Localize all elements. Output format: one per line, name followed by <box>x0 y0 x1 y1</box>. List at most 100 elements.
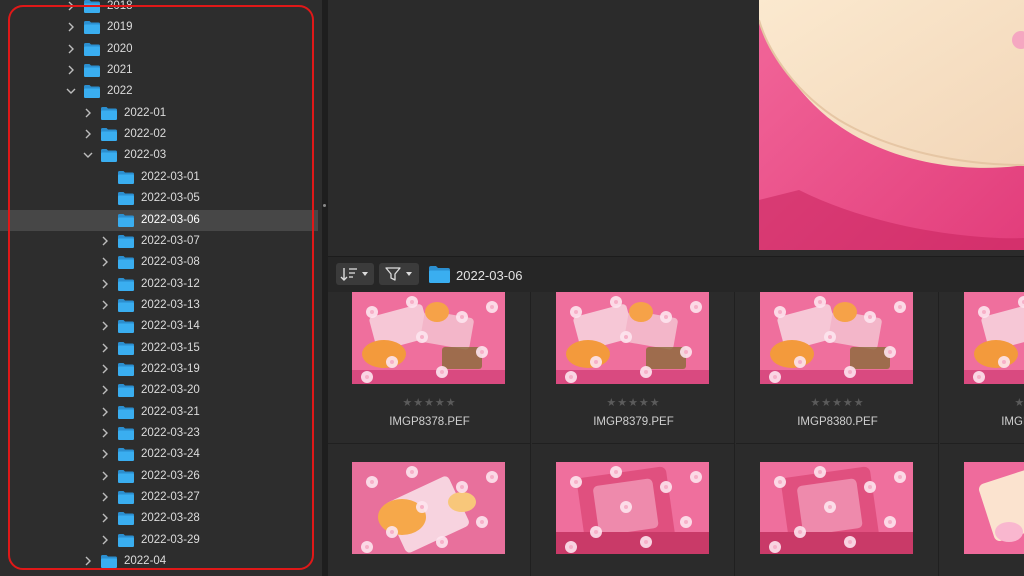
folder-icon <box>118 170 134 184</box>
filter-button[interactable] <box>379 263 419 285</box>
chevron-right-icon[interactable] <box>99 320 111 332</box>
tree-item-2022-03-21[interactable]: 2022-03-21 <box>0 402 318 423</box>
folder-icon <box>118 341 134 355</box>
star-rating[interactable]: ★★★★★ <box>940 396 1024 409</box>
thumbnail-image[interactable] <box>352 462 505 554</box>
tree-item-2019[interactable]: 2019 <box>0 17 318 38</box>
tree-item-2022-01[interactable]: 2022-01 <box>0 103 318 124</box>
thumbnail-image[interactable] <box>556 292 709 384</box>
tree-item-2021[interactable]: 2021 <box>0 60 318 81</box>
tree-item-2018[interactable]: 2018 <box>0 0 318 17</box>
tree-item-2022-03-14[interactable]: 2022-03-14 <box>0 316 318 337</box>
folder-icon <box>118 491 134 505</box>
thumbnail-cell[interactable]: ★★★★★ IMGP8380.PEF <box>736 292 939 444</box>
chevron-right-icon[interactable] <box>65 21 77 33</box>
tree-item-2022-03-12[interactable]: 2022-03-12 <box>0 274 318 295</box>
chevron-right-icon[interactable] <box>82 555 94 567</box>
tree-item-2022-03[interactable]: 2022-03 <box>0 145 318 166</box>
chevron-right-icon[interactable] <box>99 256 111 268</box>
tree-item-label: 2021 <box>107 64 133 77</box>
folder-icon <box>118 320 134 334</box>
thumbnail-image[interactable] <box>964 462 1024 554</box>
chevron-right-icon[interactable] <box>99 363 111 375</box>
star-rating[interactable]: ★★★★★ <box>328 396 531 409</box>
chevron-right-icon[interactable] <box>65 43 77 55</box>
tree-item-2022-03-19[interactable]: 2022-03-19 <box>0 359 318 380</box>
tree-item-2022-03-01[interactable]: 2022-03-01 <box>0 167 318 188</box>
folder-icon <box>84 85 100 99</box>
tree-item-2022-03-29[interactable]: 2022-03-29 <box>0 530 318 551</box>
chevron-right-icon[interactable] <box>99 491 111 503</box>
tree-item-label: 2022-02 <box>124 128 167 141</box>
chevron-right-icon[interactable] <box>99 384 111 396</box>
star-rating[interactable]: ★★★★★ <box>736 396 939 409</box>
chevron-right-icon[interactable] <box>99 342 111 354</box>
thumbnail-cell[interactable] <box>328 444 531 576</box>
thumbnail-cell[interactable]: ★★★★★ IMGP8379.PEF <box>532 292 735 444</box>
folder-icon <box>429 266 450 283</box>
thumbnail-cell[interactable] <box>940 444 1024 576</box>
chevron-right-icon[interactable] <box>99 512 111 524</box>
thumbnail-filename: IMGP8378.PEF <box>389 416 470 428</box>
tree-item-2022-03-15[interactable]: 2022-03-15 <box>0 338 318 359</box>
chevron-right-icon[interactable] <box>99 470 111 482</box>
chevron-right-icon[interactable] <box>82 128 94 140</box>
tree-item-label: 2022-03-12 <box>141 277 200 290</box>
chevron-right-icon[interactable] <box>99 534 111 546</box>
chevron-right-icon[interactable] <box>99 448 111 460</box>
chevron-right-icon[interactable] <box>82 107 94 119</box>
chevron-right-icon[interactable] <box>99 427 111 439</box>
tree-item-2022-03-13[interactable]: 2022-03-13 <box>0 295 318 316</box>
folder-icon <box>118 234 134 248</box>
tree-item-2022-03-28[interactable]: 2022-03-28 <box>0 508 318 529</box>
folder-icon <box>118 469 134 483</box>
thumbnail-cell[interactable]: ★★★★★ IMGP8381.PEF <box>940 292 1024 444</box>
thumbnail-image[interactable] <box>964 292 1024 384</box>
folder-icon <box>118 298 134 312</box>
chevron-right-icon[interactable] <box>99 278 111 290</box>
tree-item-2022-05[interactable]: 2022-05 <box>0 572 318 576</box>
thumbnail-cell[interactable] <box>532 444 735 576</box>
tree-item-label: 2022-03-13 <box>141 298 200 311</box>
chevron-right-icon[interactable] <box>99 299 111 311</box>
tree-item-label: 2022-03-21 <box>141 405 200 418</box>
chevron-right-icon[interactable] <box>65 0 77 12</box>
chevron-right-icon[interactable] <box>99 235 111 247</box>
thumbnail-image[interactable] <box>556 462 709 554</box>
folder-icon <box>84 64 100 78</box>
tree-item-2022-03-07[interactable]: 2022-03-07 <box>0 231 318 252</box>
tree-item-2022-03-08[interactable]: 2022-03-08 <box>0 252 318 273</box>
tree-item-2022-03-20[interactable]: 2022-03-20 <box>0 380 318 401</box>
thumbnail-cell[interactable] <box>736 444 939 576</box>
tree-item-label: 2019 <box>107 21 133 34</box>
tree-item-label: 2022-03-24 <box>141 448 200 461</box>
thumbnail-image[interactable] <box>760 462 913 554</box>
chevron-right-icon[interactable] <box>65 64 77 76</box>
thumbnail-cell[interactable]: ★★★★★ IMGP8378.PEF <box>328 292 531 444</box>
preview-image <box>759 0 1024 250</box>
chevron-down-icon[interactable] <box>65 85 77 97</box>
current-folder-path: 2022-03-06 <box>456 268 523 283</box>
thumbnail-image[interactable] <box>760 292 913 384</box>
star-rating[interactable]: ★★★★★ <box>532 396 735 409</box>
tree-item-label: 2022-03-27 <box>141 491 200 504</box>
tree-item-2022-03-26[interactable]: 2022-03-26 <box>0 466 318 487</box>
sort-button[interactable] <box>336 263 374 285</box>
tree-item-2022-03-24[interactable]: 2022-03-24 <box>0 444 318 465</box>
tree-item-2022-03-06[interactable]: 2022-03-06 <box>0 209 318 231</box>
tree-item-2022-03-05[interactable]: 2022-03-05 <box>0 188 318 209</box>
splitter-grip-icon <box>323 204 326 207</box>
browser-toolbar: 2022-03-06 <box>328 256 1024 293</box>
chevron-right-icon[interactable] <box>99 406 111 418</box>
tree-item-2022-03-23[interactable]: 2022-03-23 <box>0 423 318 444</box>
tree-item-2022-02[interactable]: 2022-02 <box>0 124 318 145</box>
thumbnail-image[interactable] <box>352 292 505 384</box>
tree-item-label: 2022-03-26 <box>141 469 200 482</box>
tree-item-2022[interactable]: 2022 <box>0 81 318 102</box>
folder-icon <box>101 128 117 142</box>
chevron-down-icon[interactable] <box>82 149 94 161</box>
tree-item-2020[interactable]: 2020 <box>0 39 318 60</box>
folder-icon <box>118 533 134 547</box>
tree-item-2022-04[interactable]: 2022-04 <box>0 551 318 572</box>
tree-item-2022-03-27[interactable]: 2022-03-27 <box>0 487 318 508</box>
